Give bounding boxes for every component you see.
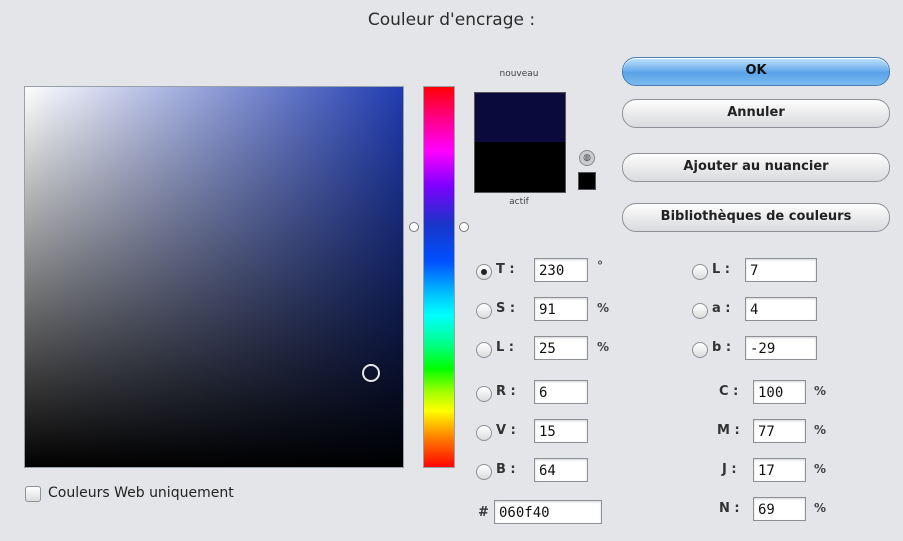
hex-label: # xyxy=(478,505,489,520)
radio-lab-b[interactable] xyxy=(692,342,708,358)
lab-b-input[interactable]: -29 xyxy=(745,336,817,360)
cyan-unit: % xyxy=(814,384,827,398)
magenta-input[interactable]: 77 xyxy=(753,419,806,443)
brightness-label: L : xyxy=(496,340,515,355)
green-label: V : xyxy=(496,423,516,438)
dialog-title: Couleur d'encrage : xyxy=(367,10,536,30)
hex-input[interactable]: 060f40 xyxy=(494,500,602,524)
hue-label: T : xyxy=(496,262,515,277)
current-swatch-label: actif xyxy=(509,197,529,207)
black-input[interactable]: 69 xyxy=(753,497,806,521)
magenta-label: M : xyxy=(717,423,740,438)
cancel-button[interactable]: Annuler xyxy=(622,99,890,128)
color-picker-ring-icon[interactable] xyxy=(362,364,380,382)
black-unit: % xyxy=(814,501,827,515)
web-colors-only-label[interactable]: Couleurs Web uniquement xyxy=(48,485,234,501)
web-safe-warning-icon[interactable]: ◍ xyxy=(579,150,595,166)
ok-button[interactable]: OK xyxy=(622,57,890,86)
brightness-input[interactable]: 25 xyxy=(534,336,588,360)
green-input[interactable]: 15 xyxy=(534,419,588,443)
color-field[interactable] xyxy=(24,86,404,468)
lab-b-label: b : xyxy=(712,340,732,355)
lab-a-label: a : xyxy=(712,301,731,316)
saturation-unit: % xyxy=(597,301,610,315)
radio-hue[interactable] xyxy=(476,264,492,280)
saturation-input[interactable]: 91 xyxy=(534,297,588,321)
new-color-swatch xyxy=(474,92,566,143)
black-label: N : xyxy=(719,501,740,516)
saturation-label: S : xyxy=(496,301,516,316)
hue-slider-right-handle-icon[interactable] xyxy=(459,222,469,232)
radio-saturation[interactable] xyxy=(476,303,492,319)
radio-green[interactable] xyxy=(476,425,492,441)
yellow-unit: % xyxy=(814,462,827,476)
new-swatch-label: nouveau xyxy=(499,69,539,79)
lab-l-label: L : xyxy=(712,262,731,277)
hue-unit: ° xyxy=(597,259,603,273)
red-label: R : xyxy=(496,384,516,399)
yellow-input[interactable]: 17 xyxy=(753,458,806,482)
brightness-unit: % xyxy=(597,340,610,354)
yellow-label: J : xyxy=(722,462,737,477)
radio-lab-l[interactable] xyxy=(692,264,708,280)
radio-red[interactable] xyxy=(476,386,492,402)
magenta-unit: % xyxy=(814,423,827,437)
blue-input[interactable]: 64 xyxy=(534,458,588,482)
add-to-swatches-button[interactable]: Ajouter au nuancier xyxy=(622,153,890,182)
red-input[interactable]: 6 xyxy=(534,380,588,404)
radio-lab-a[interactable] xyxy=(692,303,708,319)
current-color-swatch[interactable] xyxy=(474,142,566,193)
hue-slider-left-handle-icon[interactable] xyxy=(409,222,419,232)
web-safe-color-swatch[interactable] xyxy=(578,172,596,190)
web-colors-only-checkbox[interactable] xyxy=(25,486,41,502)
radio-brightness[interactable] xyxy=(476,342,492,358)
cyan-input[interactable]: 100 xyxy=(753,380,806,404)
hue-input[interactable]: 230 xyxy=(534,258,588,282)
hue-slider[interactable] xyxy=(423,86,455,468)
radio-blue[interactable] xyxy=(476,464,492,480)
lab-l-input[interactable]: 7 xyxy=(745,258,817,282)
color-libraries-button[interactable]: Bibliothèques de couleurs xyxy=(622,203,890,232)
cyan-label: C : xyxy=(719,384,739,399)
lab-a-input[interactable]: 4 xyxy=(745,297,817,321)
blue-label: B : xyxy=(496,462,516,477)
